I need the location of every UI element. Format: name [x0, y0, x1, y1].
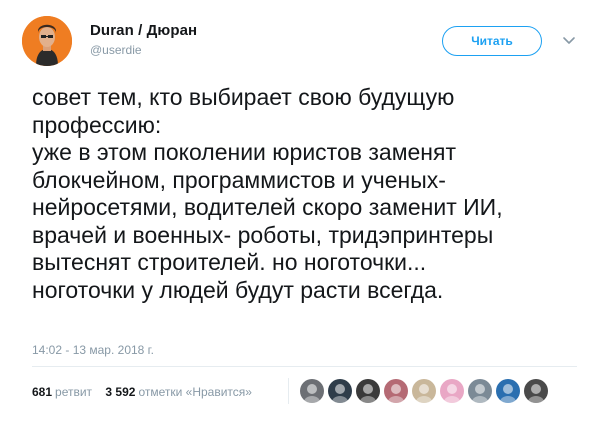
- avatar-1-icon[interactable]: [300, 379, 324, 403]
- avatar-3-icon[interactable]: [356, 379, 380, 403]
- tweet-text: совет тем, кто выбирает свою будущую про…: [32, 84, 577, 304]
- display-name[interactable]: Duran / Дюран: [90, 22, 197, 39]
- tweet-line: нейросетями, водителей скоро заменит ИИ,: [32, 194, 503, 220]
- user-handle[interactable]: @userdie: [90, 43, 142, 57]
- tweet-line: уже в этом поколении юристов заменят: [32, 139, 456, 165]
- tweet-line: вытеснят строителей. но ноготочки...: [32, 249, 427, 275]
- avatar-5-icon[interactable]: [412, 379, 436, 403]
- avatar-4-icon[interactable]: [384, 379, 408, 403]
- likes-stat[interactable]: 3 592 отметки «Нравится»: [105, 385, 262, 399]
- avatar-2-icon[interactable]: [328, 379, 352, 403]
- tweet-stats: 681 ретвит 3 592 отметки «Нравится»: [32, 385, 262, 399]
- likes-label: отметки «Нравится»: [138, 385, 252, 399]
- tweet-line: профессию:: [32, 111, 162, 138]
- retweets-count: 681: [32, 385, 53, 399]
- divider: [32, 366, 577, 367]
- avatar-8-icon[interactable]: [496, 379, 520, 403]
- tweet-line: блокчейном, программистов и ученых-: [32, 166, 446, 193]
- tweet-line: совет тем, кто выбирает свою будущую: [32, 84, 455, 110]
- avatar-9-icon[interactable]: [524, 379, 548, 403]
- likes-count: 3 592: [105, 385, 136, 399]
- tweet-timestamp[interactable]: 14:02 - 13 мар. 2018 г.: [32, 343, 154, 357]
- retweets-stat[interactable]: 681 ретвит: [32, 385, 102, 399]
- avatar-7-icon[interactable]: [468, 379, 492, 403]
- avatar-portrait-icon: [22, 16, 72, 66]
- retweets-label: ретвит: [55, 385, 93, 399]
- avatar-6-icon[interactable]: [440, 379, 464, 403]
- tweet-card: Duran / Дюран @userdie Читать совет тем,…: [0, 0, 604, 425]
- chevron-down-icon[interactable]: [562, 34, 576, 48]
- tweet-line: врачей и военных- роботы, тридэпринтеры: [32, 221, 494, 248]
- follow-button[interactable]: Читать: [442, 26, 542, 56]
- tweet-line: ноготочки у людей будут расти всегда.: [32, 276, 444, 303]
- user-avatar[interactable]: [22, 16, 72, 66]
- stats-separator: [288, 378, 289, 404]
